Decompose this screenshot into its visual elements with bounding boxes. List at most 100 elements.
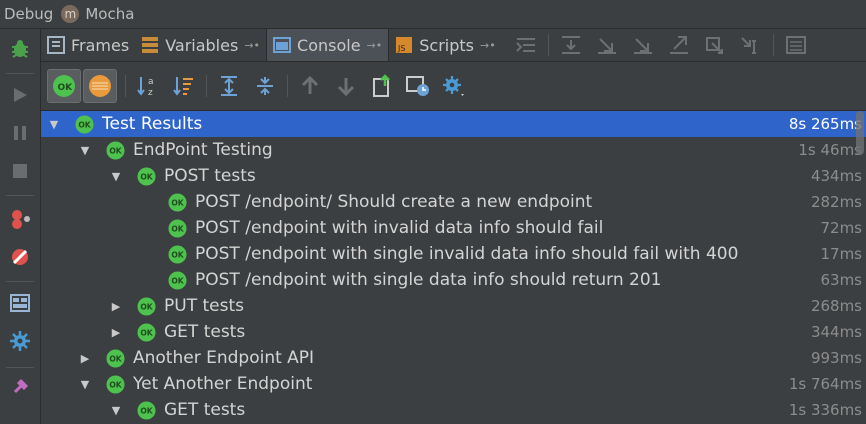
tab-variables[interactable]: Variables →•	[135, 29, 266, 61]
collapse-all-icon[interactable]	[247, 69, 283, 103]
tree-row[interactable]: ▶ OK Another Endpoint API 993ms	[41, 345, 866, 371]
svg-text:a: a	[148, 77, 154, 87]
test-name: POST /endpoint with invalid data info sh…	[195, 218, 604, 238]
tree-row[interactable]: ▼ OK POST tests 434ms	[41, 163, 866, 189]
resume-icon[interactable]	[8, 83, 32, 107]
test-settings-gear-icon[interactable]	[436, 69, 472, 103]
expanded-arrow-icon[interactable]: ▼	[78, 377, 92, 391]
next-failed-test-icon[interactable]	[328, 69, 364, 103]
ok-status-icon: OK	[168, 270, 187, 290]
svg-text:OK: OK	[140, 328, 153, 337]
svg-text:OK: OK	[140, 406, 153, 415]
export-results-icon[interactable]	[364, 69, 400, 103]
tree-row[interactable]: ▼ OK GET tests 1s 336ms	[41, 397, 866, 423]
layout-icon[interactable]	[8, 291, 32, 315]
svg-text:OK: OK	[171, 250, 184, 259]
test-results-tree: ▼ OK Test Results 8s 265ms ▼ OK EndPoint Testi…	[41, 111, 866, 424]
tree-row[interactable]: OK POST /endpoint/ Should create a new en…	[41, 189, 866, 215]
svg-text:OK: OK	[58, 83, 74, 93]
tree-row[interactable]: OK POST /endpoint with single invalid dat…	[41, 241, 866, 267]
sort-alphabetically-icon[interactable]: az	[130, 69, 166, 103]
test-duration: 434ms	[810, 167, 862, 185]
step-over-icon[interactable]	[558, 33, 584, 57]
view-breakpoints-icon[interactable]	[8, 207, 32, 231]
test-history-icon[interactable]	[400, 69, 436, 103]
drop-frame-icon[interactable]	[702, 33, 728, 57]
scripts-icon: JS	[395, 36, 413, 54]
test-duration: 63ms	[820, 271, 862, 289]
svg-text:OK: OK	[109, 380, 122, 389]
ok-status-icon: OK	[106, 374, 125, 394]
tab-pin-icon[interactable]: →•	[480, 39, 496, 52]
test-duration: 993ms	[810, 349, 862, 367]
tree-row-root[interactable]: ▼ OK Test Results 8s 265ms	[41, 111, 866, 137]
svg-text:z: z	[148, 88, 153, 98]
variables-icon	[141, 36, 159, 54]
ok-status-icon: OK	[168, 192, 187, 212]
expanded-arrow-icon[interactable]: ▼	[78, 143, 92, 157]
expanded-arrow-icon[interactable]: ▼	[109, 403, 123, 417]
ok-status-icon: OK	[75, 114, 94, 134]
tree-row[interactable]: ▼ OK EndPoint Testing 1s 46ms	[41, 137, 866, 163]
svg-text:OK: OK	[171, 224, 184, 233]
collapsed-arrow-icon[interactable]: ▶	[78, 351, 92, 365]
pin-icon[interactable]	[8, 375, 32, 399]
tree-row[interactable]: ▶ OK GET tests 344ms	[41, 319, 866, 345]
step-out-icon[interactable]	[666, 33, 692, 57]
bug-icon[interactable]	[8, 37, 32, 61]
force-step-into-icon[interactable]	[630, 33, 656, 57]
evaluate-expression-icon[interactable]	[783, 33, 809, 57]
svg-text:OK: OK	[140, 172, 153, 181]
test-name: GET tests	[164, 400, 246, 420]
collapsed-arrow-icon[interactable]: ▶	[109, 299, 123, 313]
test-duration: 8s 265ms	[788, 115, 862, 133]
mute-breakpoints-icon[interactable]	[8, 245, 32, 269]
show-execution-point-icon[interactable]	[513, 33, 539, 57]
tree-row[interactable]: OK POST /endpoint with invalid data info …	[41, 215, 866, 241]
tab-frames[interactable]: Frames	[41, 29, 135, 61]
svg-text:OK: OK	[109, 146, 122, 155]
expand-all-icon[interactable]	[211, 69, 247, 103]
previous-failed-test-icon[interactable]	[292, 69, 328, 103]
test-name: POST /endpoint with single invalid data …	[195, 244, 739, 264]
test-duration: 1s 764ms	[788, 375, 862, 393]
show-ignored-toggle[interactable]	[83, 69, 117, 103]
step-into-icon[interactable]	[594, 33, 620, 57]
ok-status-icon: OK	[137, 166, 156, 186]
tab-pin-icon[interactable]: →•	[244, 39, 260, 52]
test-name: Yet Another Endpoint	[133, 374, 313, 394]
stop-icon[interactable]	[8, 159, 32, 183]
run-to-cursor-icon[interactable]	[738, 33, 764, 57]
tree-row[interactable]: ▼ OK Yet Another Endpoint 1s 764ms	[41, 371, 866, 397]
ok-status-icon: OK	[137, 400, 156, 420]
tab-scripts[interactable]: JS Scripts →•	[389, 29, 501, 61]
show-passed-toggle[interactable]: OK	[47, 69, 81, 103]
debug-title: Debug	[4, 5, 54, 23]
tree-row[interactable]: ▶ OK PUT tests 268ms	[41, 293, 866, 319]
ok-status-icon: OK	[137, 322, 156, 342]
expanded-arrow-icon[interactable]: ▼	[109, 169, 123, 183]
debug-side-toolbar	[0, 29, 41, 424]
tree-row[interactable]: OK POST /endpoint with single data info s…	[41, 267, 866, 293]
expanded-arrow-icon[interactable]: ▼	[47, 117, 61, 131]
test-name: POST /endpoint with single data info sho…	[195, 270, 662, 290]
tab-pin-icon[interactable]: →•	[367, 39, 383, 52]
debugger-tab-bar: Frames Variables →• Console →• JS Script…	[41, 29, 866, 62]
svg-text:OK: OK	[78, 120, 91, 129]
test-duration: 1s 46ms	[798, 141, 862, 159]
tree-scrollbar[interactable]	[856, 111, 864, 155]
ignored-icon	[89, 75, 111, 97]
svg-text:OK: OK	[109, 354, 122, 363]
tab-console[interactable]: Console →•	[266, 29, 390, 61]
collapsed-arrow-icon[interactable]: ▶	[109, 325, 123, 339]
settings-gear-icon[interactable]	[8, 329, 32, 353]
test-duration: 282ms	[810, 193, 862, 211]
tab-console-label: Console	[297, 35, 361, 55]
pause-icon[interactable]	[8, 121, 32, 145]
sort-by-duration-icon[interactable]	[166, 69, 202, 103]
test-name: Test Results	[102, 114, 203, 134]
tab-scripts-label: Scripts	[419, 35, 475, 55]
ok-status-icon: OK	[168, 244, 187, 264]
mocha-config-icon: m	[61, 5, 80, 23]
test-name: GET tests	[164, 322, 246, 342]
